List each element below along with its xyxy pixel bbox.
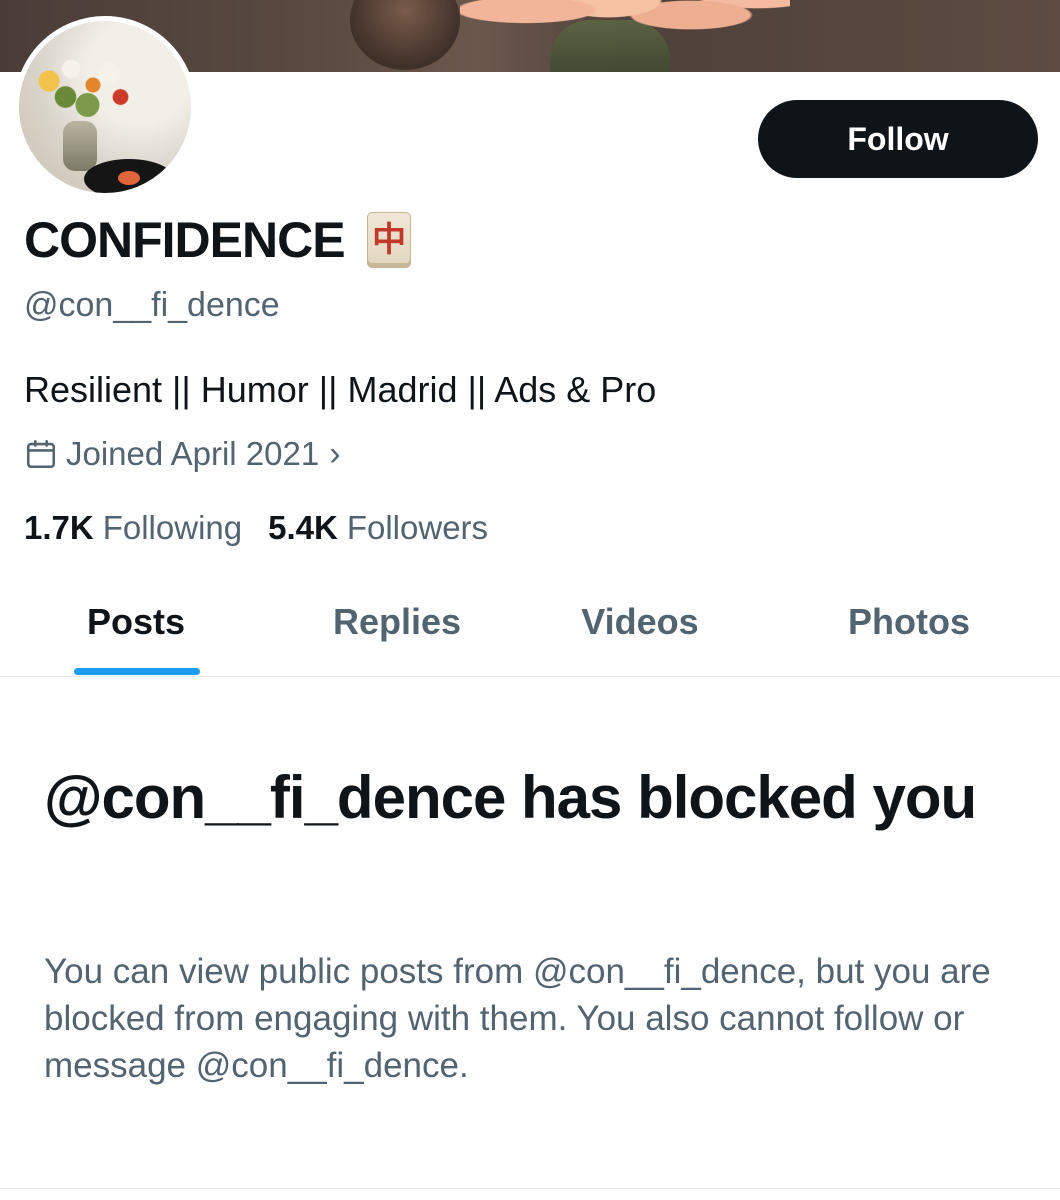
profile-tabs: Posts Replies Videos Photos — [0, 580, 1060, 677]
blocked-title: @con__fi_dence has blocked you — [44, 764, 977, 831]
joined-date: Joined April 2021 — [66, 435, 320, 472]
calendar-icon — [26, 439, 56, 469]
avatar[interactable] — [14, 16, 196, 198]
tab-videos[interactable]: Videos — [581, 600, 698, 644]
banner-vase — [350, 0, 460, 70]
following-stat[interactable]: 1.7K Following — [24, 506, 242, 550]
followers-count: 5.4K — [268, 509, 338, 546]
display-name: CONFIDENCE — [24, 212, 346, 268]
follow-stats: 1.7K Following 5.4K Followers — [24, 506, 488, 550]
avatar-vinyl-record — [84, 159, 174, 193]
blocked-message: You can view public posts from @con__fi_… — [44, 952, 991, 1085]
following-count: 1.7K — [24, 509, 94, 546]
tab-photos[interactable]: Photos — [848, 600, 970, 644]
banner-flowers — [460, 0, 790, 60]
avatar-bouquet — [27, 49, 137, 129]
follow-button[interactable]: Follow — [758, 100, 1038, 178]
mahjong-red-dragon-icon: 中 — [366, 212, 411, 268]
following-label: Following — [102, 509, 243, 546]
avatar-vase — [63, 121, 97, 171]
profile-handle: @con__fi_dence — [24, 286, 280, 324]
display-name-row: CONFIDENCE 中 — [24, 208, 411, 272]
tab-posts[interactable]: Posts — [87, 600, 185, 644]
joined-date-row[interactable]: Joined April 2021 › — [24, 432, 341, 476]
followers-label: Followers — [346, 509, 489, 546]
divider — [0, 1188, 1060, 1189]
tab-replies[interactable]: Replies — [333, 600, 461, 644]
followers-stat[interactable]: 5.4K Followers — [268, 506, 488, 550]
profile-bio: Resilient || Humor || Madrid || Ads & Pr… — [24, 369, 657, 410]
active-tab-indicator — [74, 668, 200, 675]
chevron-right-icon: › — [329, 434, 341, 473]
